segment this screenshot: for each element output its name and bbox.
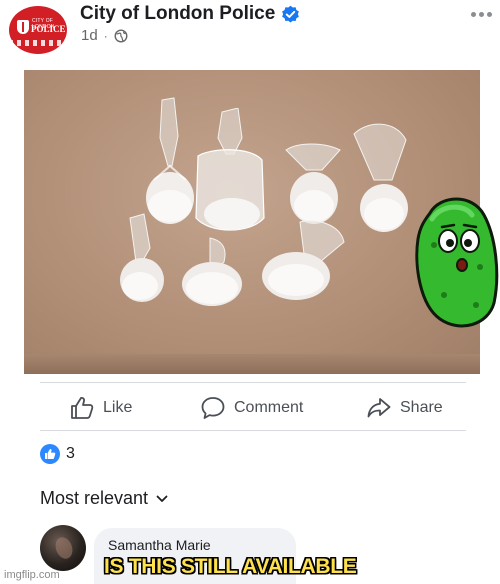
more-horizontal-icon[interactable] xyxy=(466,2,496,26)
baggie-3 xyxy=(285,143,341,224)
chevron-down-icon xyxy=(156,495,168,502)
like-button[interactable]: Like xyxy=(69,386,132,430)
pickle-sticker xyxy=(415,197,499,328)
imgflip-watermark: imgflip.com xyxy=(4,569,60,581)
meme-caption: IS THIS STILL AVAILABLE xyxy=(104,555,357,578)
comment-sort-dropdown[interactable]: Most relevant xyxy=(40,488,168,509)
commenter-avatar[interactable] xyxy=(40,525,86,571)
verified-check-icon xyxy=(282,5,300,22)
baggie-5 xyxy=(120,213,164,302)
share-button[interactable]: Share xyxy=(366,386,443,430)
post-header: CITY OF LONDON POLICE City of London Pol… xyxy=(0,0,500,62)
meta-separator: · xyxy=(103,28,108,43)
avatar-checker-band xyxy=(9,40,67,46)
comment-icon xyxy=(201,397,225,419)
reactions-summary[interactable]: 3 xyxy=(40,444,75,464)
post-actions: Like Comment Share xyxy=(0,386,500,430)
post-meta: 1d · xyxy=(81,27,128,44)
baggie-7 xyxy=(262,220,345,300)
avatar-logo-police: POLICE xyxy=(31,24,66,34)
commenter-name[interactable]: Samantha Marie xyxy=(108,537,211,553)
page-avatar[interactable]: CITY OF LONDON POLICE xyxy=(9,6,67,54)
baggie-6 xyxy=(182,237,242,306)
share-icon xyxy=(367,398,391,418)
globe-icon[interactable] xyxy=(114,29,128,43)
actions-top-divider xyxy=(40,382,466,383)
baggie-2 xyxy=(195,108,265,231)
like-label: Like xyxy=(103,399,133,416)
share-label: Share xyxy=(400,399,443,416)
baggie-4 xyxy=(353,123,408,232)
reaction-count: 3 xyxy=(66,445,75,462)
police-crest-icon xyxy=(17,20,29,34)
comment-sort-label: Most relevant xyxy=(40,488,149,508)
page-name[interactable]: City of London Police xyxy=(80,3,275,25)
comment-button[interactable]: Comment xyxy=(200,386,303,430)
actions-bottom-divider xyxy=(40,430,466,431)
comment-label: Comment xyxy=(234,399,304,416)
page-name-row: City of London Police xyxy=(80,3,300,25)
like-badge-icon xyxy=(40,444,60,464)
post-time[interactable]: 1d xyxy=(81,27,98,44)
thumbs-up-icon xyxy=(71,397,94,419)
